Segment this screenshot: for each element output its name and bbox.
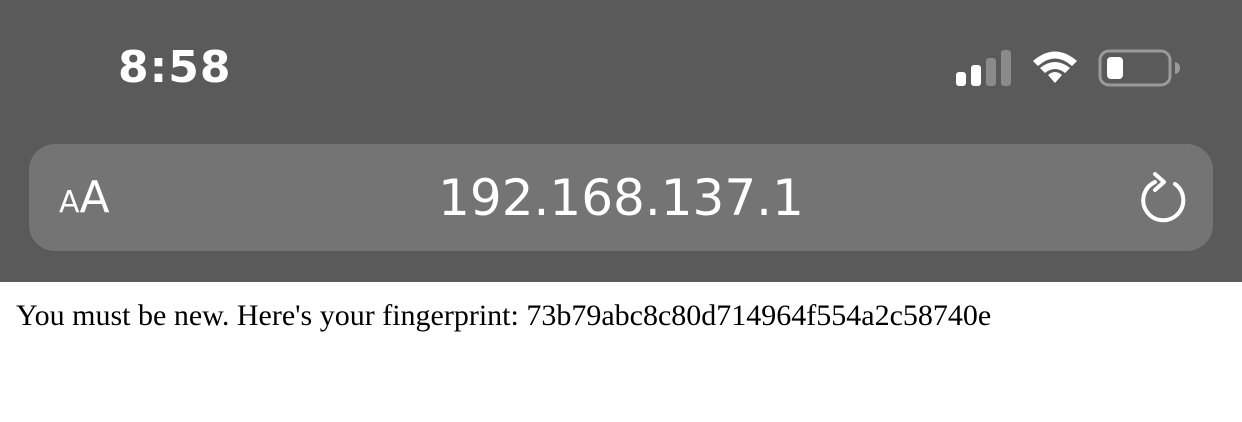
url-text[interactable]: 192.168.137.1 bbox=[29, 166, 1213, 230]
status-bar: 8:58 bbox=[0, 0, 1242, 130]
page-content: You must be new. Here's your fingerprint… bbox=[0, 282, 1242, 422]
browser-chrome: 8:58 AA 192.168.137.1 bbox=[0, 0, 1242, 282]
signal-bar-4 bbox=[1001, 50, 1011, 86]
signal-bar-2 bbox=[971, 65, 981, 86]
reload-icon[interactable] bbox=[1133, 170, 1193, 230]
signal-bar-1 bbox=[956, 72, 966, 86]
fingerprint-message: You must be new. Here's your fingerprint… bbox=[16, 299, 992, 332]
address-bar[interactable]: AA 192.168.137.1 bbox=[29, 144, 1213, 251]
signal-bar-3 bbox=[986, 58, 996, 86]
wifi-icon bbox=[1033, 51, 1077, 83]
battery-icon bbox=[1098, 49, 1180, 87]
cellular-signal-icon bbox=[956, 50, 1011, 86]
status-time: 8:58 bbox=[118, 42, 232, 93]
